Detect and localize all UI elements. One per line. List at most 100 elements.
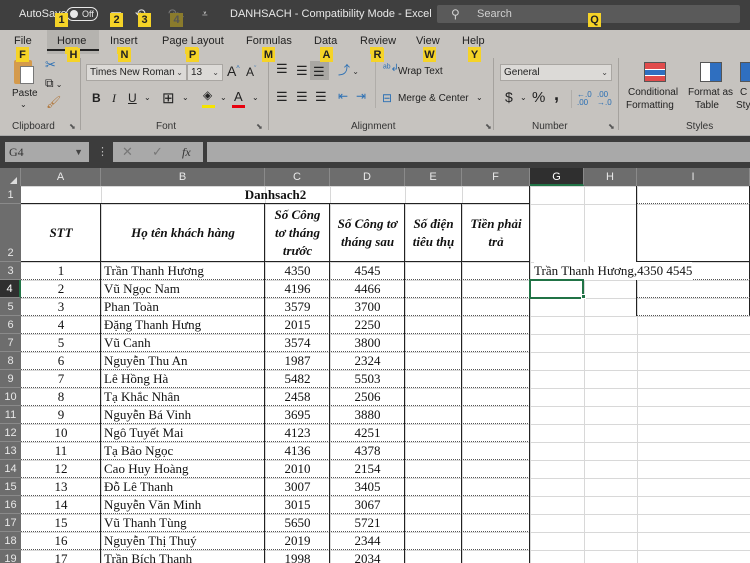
next-reading-cell: 4466 (354, 281, 381, 296)
tab-data[interactable]: Data (314, 35, 337, 47)
customize-qat-icon[interactable]: ⩡ (202, 9, 208, 20)
tab-review[interactable]: Review (360, 35, 396, 47)
tab-help[interactable]: Help (462, 35, 485, 47)
select-all-corner[interactable] (0, 168, 21, 186)
decrease-font-size-icon[interactable]: Aˇ (246, 65, 256, 79)
autosave-toggle[interactable]: Off (66, 7, 98, 21)
format-painter-icon[interactable]: 🖌 (46, 95, 61, 109)
orientation-icon[interactable]: ⤴ ⌄ (338, 61, 359, 78)
number-launcher-icon[interactable]: ⬊ (608, 122, 615, 131)
row-header-1[interactable]: 1 (0, 186, 21, 204)
currency-button[interactable]: $ (505, 89, 513, 105)
row-header-11[interactable]: 11 (0, 406, 21, 424)
tab-formulas[interactable]: Formulas (246, 35, 292, 47)
row-header-4[interactable]: 4 (0, 280, 21, 298)
cut-icon[interactable]: ✂ (45, 57, 56, 73)
row-header-14[interactable]: 14 (0, 460, 21, 478)
merge-center-button[interactable]: Merge & Center (398, 93, 469, 104)
tab-view[interactable]: View (416, 35, 440, 47)
increase-indent-icon[interactable]: ⇥ (356, 89, 366, 103)
row-header-15[interactable]: 15 (0, 478, 21, 496)
align-right-icon[interactable]: ☰ (315, 89, 327, 105)
row-header-2[interactable]: 2 (0, 204, 21, 262)
row-header-8[interactable]: 8 (0, 352, 21, 370)
tab-home[interactable]: Home (57, 35, 86, 47)
format-as-table-button[interactable]: Format as Table (686, 58, 736, 118)
prev-reading-cell: 2010 (284, 461, 311, 476)
stt-cell: 8 (57, 389, 65, 404)
row-header-17[interactable]: 17 (0, 514, 21, 532)
merge-dropdown-icon[interactable]: ⌄ (476, 93, 483, 102)
alignment-launcher-icon[interactable]: ⬊ (485, 122, 492, 131)
align-top-icon[interactable]: ☰ (276, 61, 288, 77)
decrease-decimal-icon[interactable]: .00 →.0 (597, 91, 612, 107)
tab-file[interactable]: File (14, 35, 32, 47)
bold-button[interactable]: B (92, 91, 101, 105)
selected-cell-g4[interactable] (529, 279, 584, 299)
row-header-16[interactable]: 16 (0, 496, 21, 514)
row-header-5[interactable]: 5 (0, 298, 21, 316)
column-header-d[interactable]: D (330, 168, 405, 186)
align-left-icon[interactable]: ☰ (276, 89, 288, 105)
increase-decimal-icon[interactable]: ←.0.00 (577, 91, 592, 107)
next-reading-cell: 3880 (354, 407, 381, 422)
font-size-select[interactable]: 13 ⌄ (187, 64, 223, 81)
spreadsheet-grid[interactable]: A B C D E F G H I 1 2 3 4 5 6 7 8 9 10 11 12 13 14 15 16 17 18 19 Da… (0, 168, 750, 563)
font-color-icon[interactable]: A (234, 89, 243, 104)
row-header-7[interactable]: 7 (0, 334, 21, 352)
clipboard-launcher-icon[interactable]: ⬊ (69, 122, 76, 131)
copy-icon[interactable]: ⧉ ⌄ (45, 76, 63, 91)
align-middle-icon[interactable]: ☰ (296, 63, 308, 79)
increase-font-size-icon[interactable]: A^ (227, 63, 240, 79)
borders-dropdown-icon[interactable]: ⌄ (182, 93, 189, 102)
row-header-13[interactable]: 13 (0, 442, 21, 460)
decrease-indent-icon[interactable]: ⇤ (338, 89, 348, 103)
column-header-h[interactable]: H (584, 168, 637, 186)
insert-function-icon[interactable]: fx (182, 142, 191, 162)
align-center-icon[interactable]: ☰ (296, 89, 308, 105)
tab-page-layout[interactable]: Page Layout (162, 35, 224, 47)
fill-color-dropdown-icon[interactable]: ⌄ (220, 93, 227, 102)
row-header-19[interactable]: 19 (0, 550, 21, 563)
next-reading-cell: 3405 (354, 479, 381, 494)
currency-dropdown-icon[interactable]: ⌄ (520, 93, 527, 102)
conditional-formatting-button[interactable]: Conditional Formatting (624, 58, 688, 118)
tab-insert[interactable]: Insert (110, 35, 138, 47)
underline-dropdown-icon[interactable]: ⌄ (144, 93, 151, 102)
row-header-9[interactable]: 9 (0, 370, 21, 388)
row-header-12[interactable]: 12 (0, 424, 21, 442)
comma-button[interactable]: , (554, 84, 559, 105)
percent-button[interactable]: % (532, 89, 545, 106)
align-bottom-icon[interactable]: ☰ (313, 64, 325, 80)
customer-name-cell: Ngô Tuyết Mai (104, 425, 184, 440)
cancel-icon[interactable]: ✕ (122, 142, 133, 162)
italic-button[interactable]: I (112, 91, 116, 106)
keytip-h-home: H (67, 48, 80, 62)
borders-icon[interactable]: ⊞ (162, 89, 175, 107)
fill-handle[interactable] (581, 294, 586, 299)
row-header-3[interactable]: 3 (0, 262, 21, 280)
enter-icon[interactable]: ✓ (152, 142, 163, 162)
wrap-text-button[interactable]: Wrap Text (398, 66, 443, 77)
column-header-f[interactable]: F (462, 168, 530, 186)
row-header-18[interactable]: 18 (0, 532, 21, 550)
paste-button[interactable]: Paste ⌄ (10, 58, 40, 118)
font-color-dropdown-icon[interactable]: ⌄ (252, 93, 259, 102)
cell-styles-button[interactable]: C Sty (736, 58, 750, 118)
number-format-select[interactable]: General ⌄ (500, 64, 612, 81)
formula-input[interactable] (207, 142, 750, 162)
fill-color-icon[interactable]: ◈ (203, 88, 212, 102)
column-header-a[interactable]: A (21, 168, 101, 186)
column-header-i[interactable]: I (637, 168, 750, 186)
column-header-e[interactable]: E (405, 168, 462, 186)
row-header-10[interactable]: 10 (0, 388, 21, 406)
name-box[interactable]: G4 ▼ (5, 142, 89, 162)
underline-button[interactable]: U (128, 91, 137, 105)
column-header-g[interactable]: G (530, 168, 584, 186)
row-header-6[interactable]: 6 (0, 316, 21, 334)
more-icon[interactable]: ⋮ (97, 145, 108, 158)
font-name-select[interactable]: Times New Roman ⌄ (86, 64, 187, 81)
column-header-c[interactable]: C (265, 168, 330, 186)
column-header-b[interactable]: B (101, 168, 265, 186)
font-launcher-icon[interactable]: ⬊ (256, 122, 263, 131)
